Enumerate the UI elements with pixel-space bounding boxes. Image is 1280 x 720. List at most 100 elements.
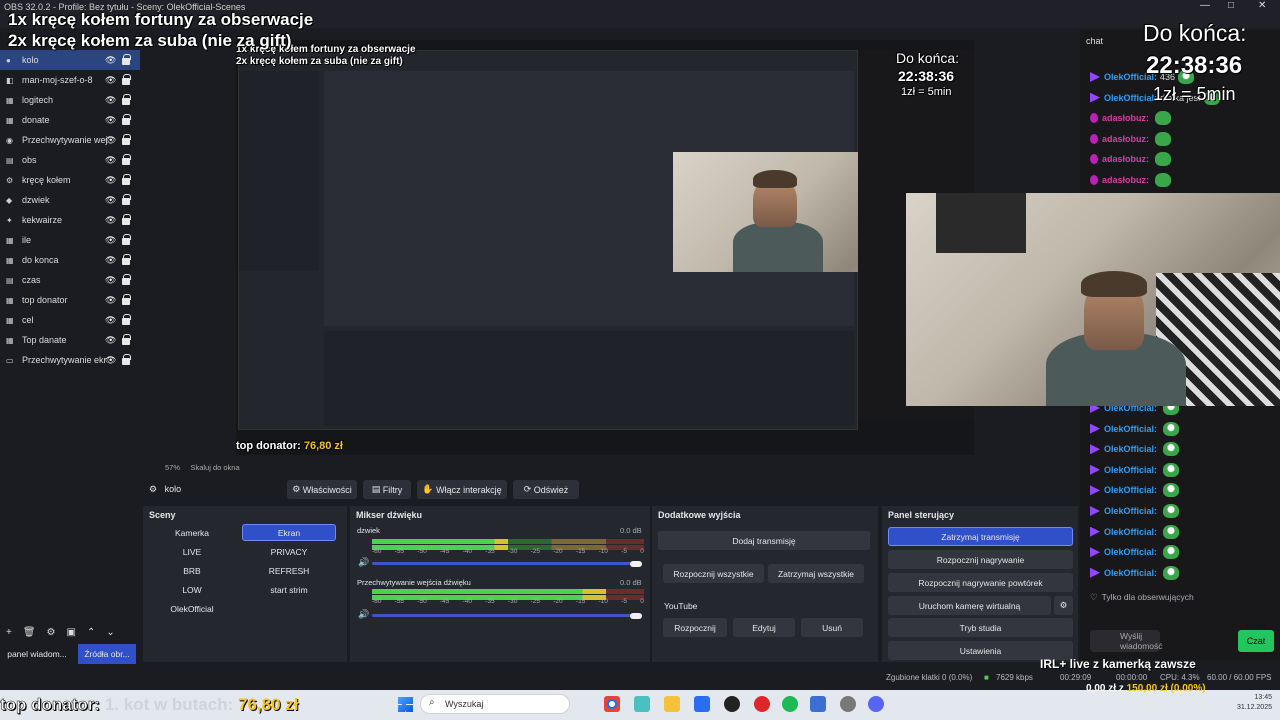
discord-icon[interactable] bbox=[868, 696, 884, 712]
eye-icon[interactable]: 👁 bbox=[105, 195, 116, 206]
filters-button[interactable]: ▤ Filtry bbox=[363, 480, 411, 499]
eye-icon[interactable]: 👁 bbox=[105, 175, 116, 186]
interact-button[interactable]: ✋ Włącz interakcję bbox=[417, 480, 507, 499]
volume-slider-knob[interactable] bbox=[630, 613, 642, 619]
scene-button[interactable]: REFRESH bbox=[242, 562, 336, 579]
lock-icon[interactable] bbox=[122, 174, 131, 185]
youtube-start-button[interactable]: Rozpocznij bbox=[663, 618, 727, 637]
calendar-icon[interactable] bbox=[810, 696, 826, 712]
zoom-control[interactable]: 57% Skaluj do okna bbox=[165, 463, 240, 472]
eye-icon[interactable]: 👁 bbox=[105, 115, 116, 126]
eye-icon[interactable]: 👁 bbox=[105, 315, 116, 326]
chat-username[interactable]: OlekOfficial: bbox=[1104, 444, 1157, 454]
eye-icon[interactable]: 👁 bbox=[105, 95, 116, 106]
lock-icon[interactable] bbox=[122, 114, 131, 125]
dock-tab-sources[interactable]: Źródła obr... bbox=[78, 644, 136, 664]
source-item[interactable]: ▦ donate 👁 bbox=[0, 110, 140, 130]
chat-send-button[interactable]: Czat bbox=[1238, 630, 1274, 652]
scene-button[interactable]: Ekran bbox=[242, 524, 336, 541]
virtual-camera-settings-icon[interactable]: ⚙ bbox=[1054, 596, 1073, 615]
speaker-icon[interactable]: 🔊 bbox=[358, 557, 369, 568]
start-recording-button[interactable]: Rozpocznij nagrywanie bbox=[888, 550, 1073, 569]
chat-username[interactable]: adasłobuz: bbox=[1102, 175, 1149, 185]
chat-username[interactable]: OlekOfficial: bbox=[1104, 424, 1157, 434]
eye-icon[interactable]: 👁 bbox=[105, 135, 116, 146]
scene-button[interactable]: BRB bbox=[145, 562, 239, 579]
chat-username[interactable]: OlekOfficial: bbox=[1104, 485, 1157, 495]
lock-icon[interactable] bbox=[122, 254, 131, 265]
preview-canvas[interactable]: 1x kręcę kołem fortuny za obserwacje 2x … bbox=[236, 40, 974, 455]
close-icon[interactable]: ✕ bbox=[1258, 0, 1266, 11]
volume-slider-knob[interactable] bbox=[630, 561, 642, 567]
lock-icon[interactable] bbox=[122, 54, 131, 65]
source-item[interactable]: ▦ ile 👁 bbox=[0, 230, 140, 250]
obs-icon[interactable] bbox=[724, 696, 740, 712]
volume-slider[interactable] bbox=[372, 614, 642, 617]
chat-username[interactable]: OlekOfficial: bbox=[1104, 506, 1157, 516]
store-icon[interactable] bbox=[694, 696, 710, 712]
scene-button[interactable]: OlekOfficial bbox=[145, 600, 239, 617]
opera-icon[interactable] bbox=[754, 696, 770, 712]
volume-slider[interactable] bbox=[372, 562, 642, 565]
eye-icon[interactable]: 👁 bbox=[105, 155, 116, 166]
minimize-icon[interactable]: — bbox=[1200, 0, 1210, 11]
app-icon[interactable] bbox=[634, 696, 650, 712]
source-item[interactable]: ▭ Przechwytywanie ekr 👁 bbox=[0, 350, 140, 370]
scene-button[interactable]: Kamerka bbox=[145, 524, 239, 541]
start-replay-button[interactable]: Rozpocznij nagrywanie powtórek bbox=[888, 573, 1073, 592]
virtual-camera-button[interactable]: Uruchom kamerę wirtualną bbox=[888, 596, 1051, 615]
lock-icon[interactable] bbox=[122, 334, 131, 345]
scene-button[interactable]: LIVE bbox=[145, 543, 239, 560]
eye-icon[interactable]: 👁 bbox=[105, 255, 116, 266]
source-item[interactable]: ▤ czas 👁 bbox=[0, 270, 140, 290]
eye-icon[interactable]: 👁 bbox=[105, 275, 116, 286]
chat-username[interactable]: OlekOfficial: bbox=[1104, 568, 1157, 578]
lock-icon[interactable] bbox=[122, 74, 131, 85]
source-item[interactable]: ● kolo 👁 bbox=[0, 50, 140, 70]
source-item[interactable]: ◉ Przechwytywanie wej 👁 bbox=[0, 130, 140, 150]
source-item[interactable]: ⚙ kręcę kołem 👁 bbox=[0, 170, 140, 190]
settings-icon[interactable] bbox=[840, 696, 856, 712]
lock-icon[interactable] bbox=[122, 94, 131, 105]
eye-icon[interactable]: 👁 bbox=[105, 235, 116, 246]
stop-stream-button[interactable]: Zatrzymaj transmisję bbox=[888, 527, 1073, 546]
lock-icon[interactable] bbox=[122, 274, 131, 285]
source-item[interactable]: ▦ logitech 👁 bbox=[0, 90, 140, 110]
add-stream-button[interactable]: Dodaj transmisję bbox=[658, 531, 870, 550]
add-icon[interactable]: + bbox=[6, 627, 12, 638]
chat-username[interactable]: adasłobuz: bbox=[1102, 154, 1149, 164]
folder-icon[interactable] bbox=[664, 696, 680, 712]
chat-username[interactable]: OlekOfficial: bbox=[1104, 93, 1157, 103]
trash-icon[interactable]: 🗑 bbox=[23, 627, 36, 638]
chat-username[interactable]: adasłobuz: bbox=[1102, 113, 1149, 123]
chat-username[interactable]: OlekOfficial: bbox=[1104, 527, 1157, 537]
scene-button[interactable]: LOW bbox=[145, 581, 239, 598]
lock-icon[interactable] bbox=[122, 294, 131, 305]
scene-button[interactable]: PRIVACY bbox=[242, 543, 336, 560]
refresh-button[interactable]: ⟳ Odśwież bbox=[513, 480, 579, 499]
lock-icon[interactable] bbox=[122, 194, 131, 205]
spotify-icon[interactable] bbox=[782, 696, 798, 712]
chat-username[interactable]: OlekOfficial: bbox=[1104, 547, 1157, 557]
up-icon[interactable]: ⌃ bbox=[87, 627, 95, 638]
eye-icon[interactable]: 👁 bbox=[105, 75, 116, 86]
source-item[interactable]: ◆ dzwiek 👁 bbox=[0, 190, 140, 210]
source-item[interactable]: ▦ Top danate 👁 bbox=[0, 330, 140, 350]
chat-username[interactable]: OlekOfficial: bbox=[1104, 465, 1157, 475]
chat-username[interactable]: adasłobuz: bbox=[1102, 134, 1149, 144]
start-all-button[interactable]: Rozpocznij wszystkie bbox=[663, 564, 764, 583]
eye-icon[interactable]: 👁 bbox=[105, 295, 116, 306]
lock-icon[interactable] bbox=[122, 234, 131, 245]
eye-icon[interactable]: 👁 bbox=[105, 215, 116, 226]
source-item[interactable]: ✦ kekwairze 👁 bbox=[0, 210, 140, 230]
eye-icon[interactable]: 👁 bbox=[105, 55, 116, 66]
lock-icon[interactable] bbox=[122, 354, 131, 365]
source-item[interactable]: ▦ do konca 👁 bbox=[0, 250, 140, 270]
scene-button[interactable]: start strim bbox=[242, 581, 336, 598]
lock-icon[interactable] bbox=[122, 134, 131, 145]
lock-icon[interactable] bbox=[122, 214, 131, 225]
chat-input[interactable]: Wyślij wiadomość bbox=[1090, 630, 1163, 652]
source-item[interactable]: ▦ cel 👁 bbox=[0, 310, 140, 330]
stop-all-button[interactable]: Zatrzymaj wszystkie bbox=[768, 564, 864, 583]
eye-icon[interactable]: 👁 bbox=[105, 355, 116, 366]
